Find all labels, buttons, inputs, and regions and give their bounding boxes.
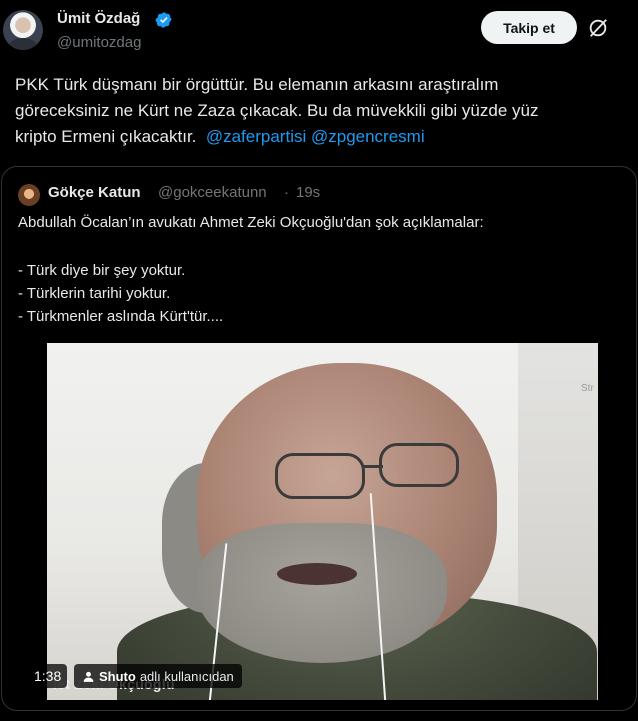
separator-dot: · — [284, 184, 289, 201]
person-icon — [83, 671, 94, 682]
tweet-text-line: PKK Türk düşmanı bir örgüttür. Bu eleman… — [15, 75, 499, 94]
tweet-header: Ümit Özdağ @umitozdag Takip et — [0, 0, 638, 64]
quoted-author-name[interactable]: Gökçe Katun — [48, 184, 141, 201]
quoted-author-handle[interactable]: @gokceekatunn — [158, 184, 267, 201]
attribution-suffix: adlı kullanıcıdan — [139, 668, 234, 684]
tweet-text-line: kripto Ermeni çıkacaktır. @zaferpartisi … — [15, 124, 625, 150]
verified-badge-icon — [155, 12, 172, 28]
quoted-tweet[interactable]: Gökçe Katun @gokceekatunn · 19s Abdullah… — [1, 166, 637, 711]
quoted-author-avatar[interactable] — [18, 184, 40, 206]
quoted-timestamp[interactable]: 19s — [296, 184, 320, 201]
author-name[interactable]: Ümit Özdağ — [57, 10, 140, 27]
quoted-text-line: - Türklerin tarihi yoktur. — [18, 285, 171, 302]
video-subject-beard — [197, 523, 447, 663]
glasses-icon — [379, 443, 459, 487]
author-handle[interactable]: @umitozdag — [57, 34, 141, 51]
attribution-name[interactable]: Shuto — [99, 669, 136, 684]
video-overlay-text: Str — [581, 383, 594, 394]
tweet-text-line: göreceksiniz ne Kürt ne Zaza çıkacak. Bu… — [15, 101, 539, 120]
quoted-text-line: - Türkmenler aslında Kürt'tür.... — [18, 308, 224, 325]
follow-button[interactable]: Takip et — [481, 11, 577, 44]
video-player[interactable]: Str let Zeki Okçuoğlu — [47, 343, 598, 700]
glasses-bridge — [363, 465, 383, 468]
video-subject-mouth — [277, 563, 357, 585]
author-avatar[interactable] — [3, 10, 43, 50]
mention-link[interactable]: @zaferpartisi — [206, 127, 306, 146]
mention-link[interactable]: @zpgencresmi — [311, 127, 425, 146]
video-attribution[interactable]: Shuto adlı kullanıcıdan — [74, 664, 242, 688]
tweet-text-fragment: kripto Ermeni çıkacaktır. — [15, 127, 197, 146]
quoted-text-line: - Türk diye bir şey yoktur. — [18, 262, 186, 279]
video-duration-badge: 1:38 — [28, 664, 68, 688]
tweet-text: PKK Türk düşmanı bir örgüttür. Bu eleman… — [15, 72, 625, 150]
glasses-icon — [275, 453, 365, 499]
quoted-text-line: Abdullah Öcalan’ın avukatı Ahmet Zeki Ok… — [18, 214, 484, 231]
grok-icon[interactable] — [587, 17, 609, 39]
